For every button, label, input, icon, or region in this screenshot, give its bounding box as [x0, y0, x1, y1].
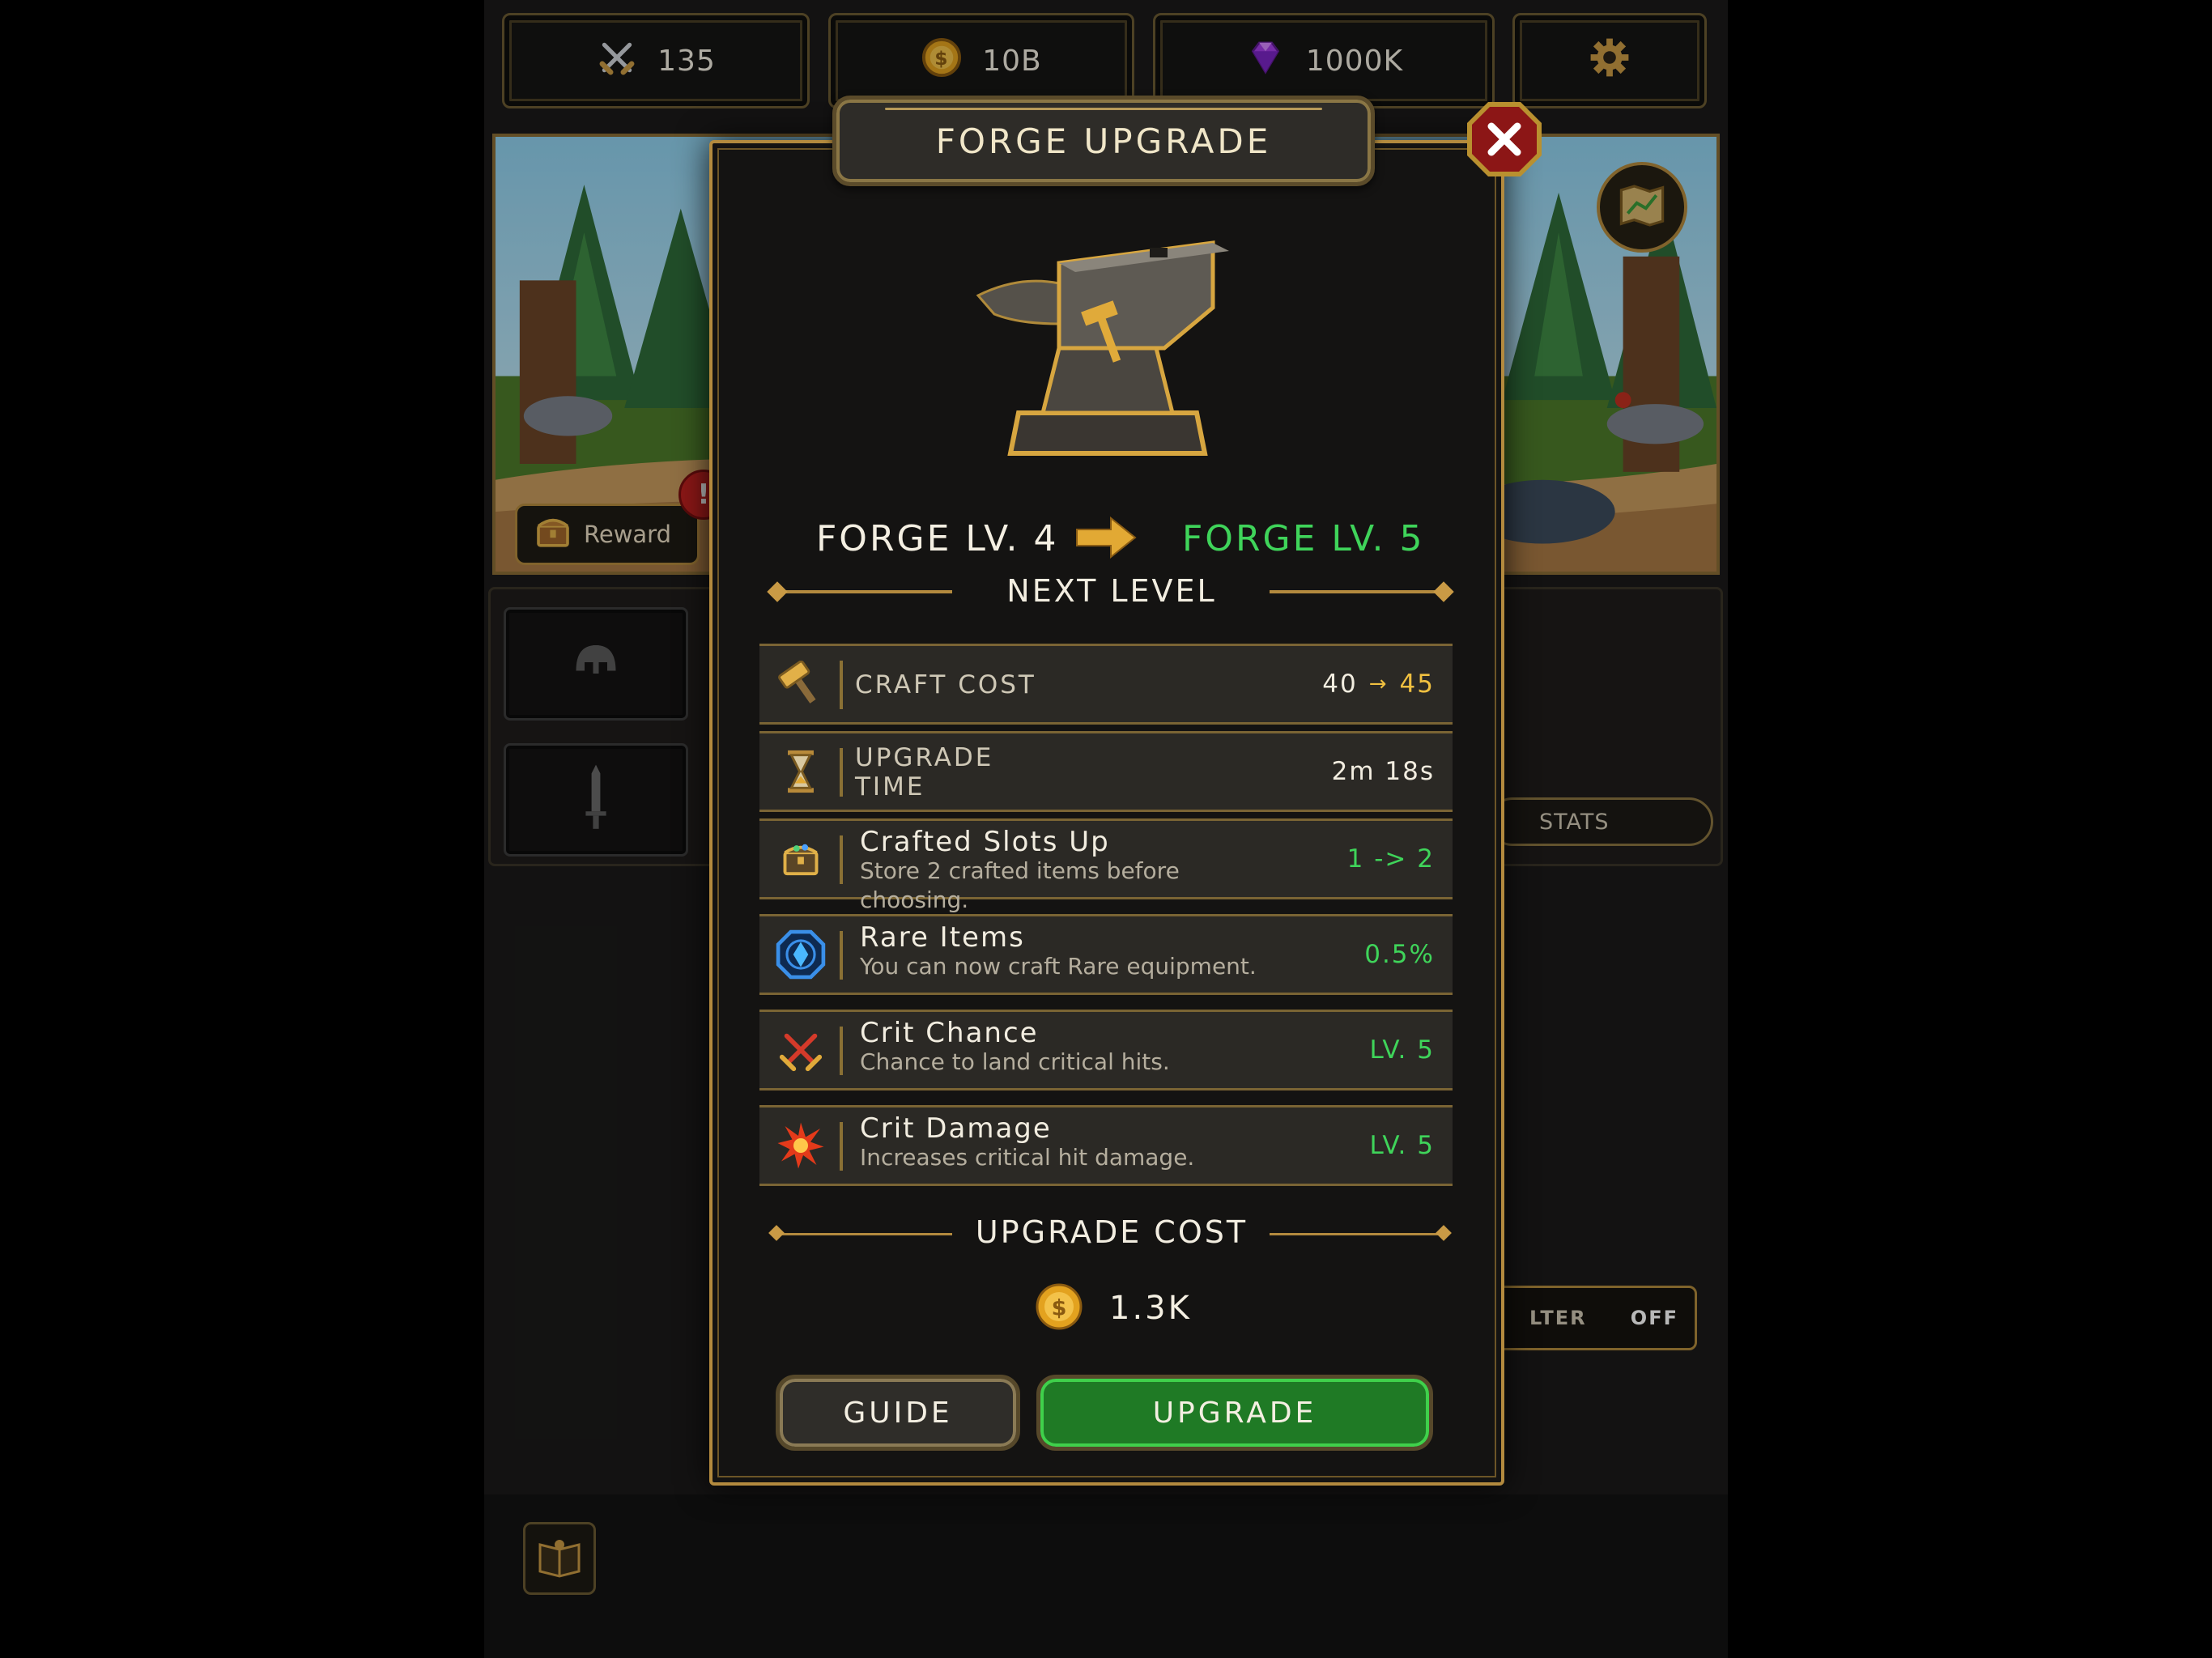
game-screen: 135 $ 10B 1000K Reward ! STATS LTER OFF …: [484, 0, 1728, 1658]
crit-chance-name: Crit Chance: [860, 1017, 1039, 1049]
close-icon: [1464, 102, 1545, 183]
chest-icon: [774, 832, 827, 886]
upgrade-button[interactable]: UPGRADE: [1036, 1375, 1433, 1451]
dialog-title: FORGE UPGRADE: [832, 96, 1375, 186]
crafted-slots-value: 1 -> 2: [1346, 844, 1435, 874]
hammer-icon: [774, 657, 827, 711]
divider-right: [1270, 1233, 1446, 1235]
craft-cost-from: 40: [1322, 670, 1358, 699]
upgrade-time-value: 2m 18s: [1331, 757, 1435, 786]
arrow-right-icon: [1075, 516, 1137, 559]
stat-row-upgrade-time: UPGRADE TIME 2m 18s: [759, 731, 1453, 812]
row-separator: [840, 1122, 843, 1171]
gold-coin-icon: $: [1035, 1282, 1083, 1334]
next-forge-level: FORGE LV. 5: [1182, 518, 1425, 559]
upgrade-cost: $ 1.3K: [1035, 1282, 1192, 1334]
gem-icon: [774, 928, 827, 981]
next-level-heading: NEXT LEVEL: [1006, 573, 1217, 609]
crafted-slots-name: Crafted Slots Up: [860, 826, 1110, 858]
upgrade-label: UPGRADE: [1152, 1396, 1317, 1430]
close-button[interactable]: [1464, 99, 1545, 180]
rare-items-name: Rare Items: [860, 921, 1025, 954]
crit-damage-desc: Increases critical hit damage.: [860, 1144, 1195, 1171]
craft-cost-value: 40 → 45: [1322, 646, 1435, 722]
row-separator: [840, 835, 843, 884]
stat-row-craft-cost: CRAFT COST 40 → 45: [759, 644, 1453, 725]
stat-row-crit-chance: Crit Chance Chance to land critical hits…: [759, 1010, 1453, 1090]
stat-row-crit-damage: Crit Damage Increases critical hit damag…: [759, 1105, 1453, 1186]
current-forge-level: FORGE LV. 4: [816, 518, 1059, 559]
stat-row-rare-items: Rare Items You can now craft Rare equipm…: [759, 914, 1453, 995]
divider-left: [776, 1233, 952, 1235]
hourglass-icon: [774, 745, 827, 798]
guide-button[interactable]: GUIDE: [776, 1375, 1020, 1451]
crit-damage-value: LV. 5: [1369, 1131, 1435, 1160]
crafted-slots-desc: Store 2 crafted items before choosing.: [860, 857, 1180, 913]
upgrade-time-label-1: UPGRADE: [855, 743, 994, 772]
craft-cost-to: 45: [1399, 670, 1435, 699]
crit-chance-desc: Chance to land critical hits.: [860, 1048, 1170, 1075]
stat-row-crafted-slots: Crafted Slots Up Store 2 crafted items b…: [759, 818, 1453, 913]
row-separator: [840, 748, 843, 797]
svg-text:$: $: [1052, 1296, 1067, 1321]
divider-left: [776, 590, 952, 593]
row-separator: [840, 661, 843, 709]
crossed-swords-icon: [774, 1023, 827, 1077]
rare-items-desc: You can now craft Rare equipment.: [860, 953, 1257, 980]
rare-items-value: 0.5%: [1364, 940, 1435, 969]
craft-cost-arrow: →: [1368, 672, 1389, 696]
guide-label: GUIDE: [843, 1396, 953, 1430]
row-separator: [840, 1027, 843, 1075]
crit-damage-name: Crit Damage: [860, 1112, 1052, 1145]
upgrade-time-label-2: TIME: [855, 772, 925, 801]
craft-cost-label: CRAFT COST: [855, 670, 1036, 699]
upgrade-cost-heading: UPGRADE COST: [975, 1214, 1249, 1250]
anvil-icon: [970, 219, 1245, 470]
row-separator: [840, 931, 843, 980]
divider-right: [1270, 590, 1446, 593]
burst-icon: [774, 1119, 827, 1172]
upgrade-cost-value: 1.3K: [1109, 1290, 1192, 1327]
crit-chance-value: LV. 5: [1369, 1035, 1435, 1065]
